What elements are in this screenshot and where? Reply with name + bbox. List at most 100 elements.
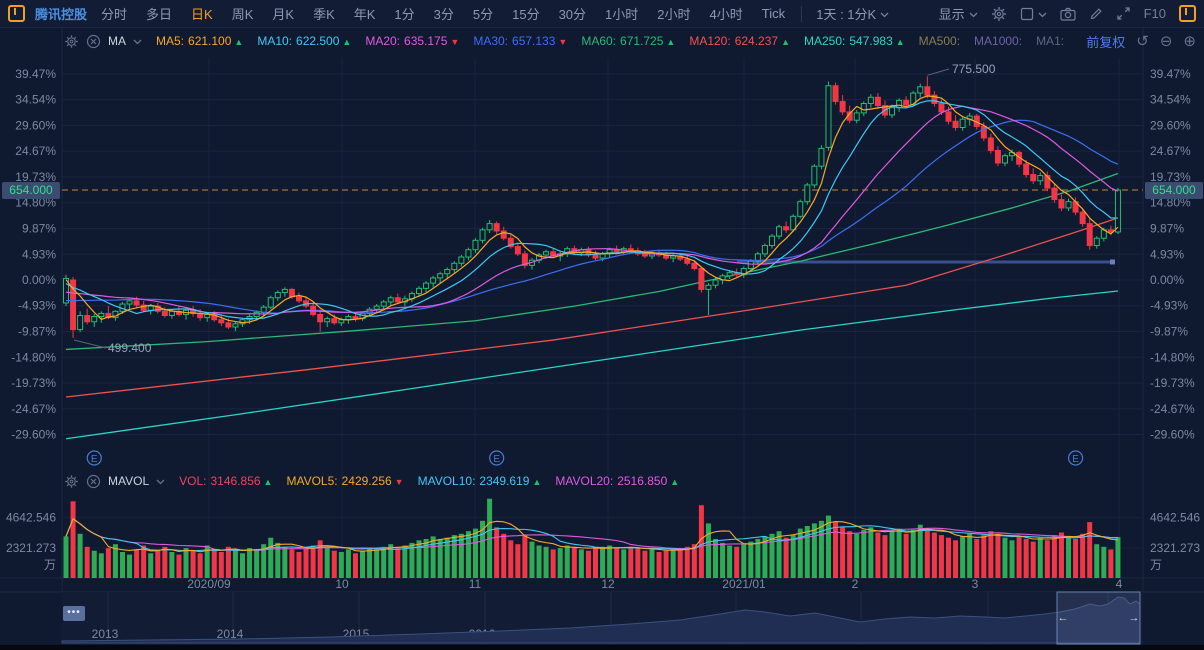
svg-text:E: E [493, 454, 500, 465]
indicator-value: 657.133 [512, 34, 555, 48]
ma-ma5-item[interactable]: MA5: 621.100▲ [156, 34, 243, 48]
indicator-label: MA60: [581, 34, 616, 48]
ma-ma500-item[interactable]: MA500: [919, 34, 960, 48]
chart-canvas[interactable]: 2020/09 10 11 12 2021/01 2 3 4 39.47% 39.47% 34.54… [0, 0, 1204, 650]
navigator-left-handle[interactable]: ← [1058, 612, 1069, 624]
price-axis-label-right: 0.00% [1150, 273, 1184, 287]
price-axis-label-right: 9.87% [1150, 221, 1184, 235]
indicator-label: MA1: [1036, 34, 1064, 48]
price-axis-label-right: -19.73% [1150, 376, 1195, 390]
indicator-label: MA10: [257, 34, 292, 48]
ma-ma20-item[interactable]: MA20:635.175▼ [365, 34, 459, 48]
up-arrow-icon: ▲ [234, 37, 243, 47]
indicator-value: 3146.856 [210, 474, 260, 488]
earnings-marker[interactable]: E [87, 451, 101, 465]
indicator-value: 635.175 [404, 34, 447, 48]
navigator-more-button[interactable]: ••• [63, 606, 85, 621]
restore-zoom-icon[interactable]: ↺ [1136, 34, 1149, 49]
price-axis-label-left: 9.87% [22, 221, 56, 235]
price-axis-label-left: -14.80% [11, 350, 56, 364]
earnings-marker[interactable]: E [490, 451, 504, 465]
price-axis-label-left: 34.54% [15, 93, 56, 107]
ma-indicator-name[interactable]: MA [108, 34, 126, 48]
chevron-down-icon[interactable] [133, 34, 142, 48]
volume-axis-label-left: 4642.546 [6, 511, 56, 525]
up-arrow-icon: ▲ [264, 477, 273, 487]
volume-axis-label-right: 2321.273 [1150, 541, 1200, 555]
vol-mavol20-item[interactable]: MAVOL20:2516.850▲ [555, 474, 679, 488]
indicator-value: 2516.850 [617, 474, 667, 488]
indicator-label: MA5: [156, 34, 184, 48]
current-price-tag-left: 654.000 [2, 182, 60, 199]
date-axis-label: 2020/09 [187, 577, 231, 591]
price-axis-label-right: -14.80% [1150, 350, 1195, 364]
vol-mavol10-item[interactable]: MAVOL10:2349.619▲ [418, 474, 542, 488]
price-axis-label-left: -4.93% [18, 299, 56, 313]
price-axis-label-right: -24.67% [1150, 402, 1195, 416]
volume-indicator-row: MAVOL VOL: 3146.856 ▲ MAVOL5:2429.256▼ MAVOL… [64, 472, 679, 490]
date-axis-label: 12 [601, 577, 615, 591]
date-axis-label: 2021/01 [722, 577, 766, 591]
indicator-value: 671.725 [620, 34, 663, 48]
forward-adjust-button[interactable]: 前复权 [1086, 32, 1125, 51]
stock-chart-app: 腾讯控股 分时多日日K周K月K季K年K1分3分5分15分30分1小时2小时4小时… [0, 0, 1204, 650]
indicator-value: 547.983 [849, 34, 892, 48]
current-price-tag-right: 654.000 [1145, 182, 1203, 199]
vol-mavol5-item[interactable]: MAVOL5:2429.256▼ [286, 474, 403, 488]
navigator-right-handle[interactable]: → [1129, 612, 1140, 624]
indicator-label: MA20: [365, 34, 400, 48]
ma-ma1-item[interactable]: MA1: [1036, 34, 1064, 48]
zoom-in-icon[interactable]: ⊕ [1183, 34, 1196, 49]
navigator-year-label: 2013 [92, 627, 119, 641]
price-axis-label-left: 39.47% [15, 67, 56, 81]
volume-unit-label: 万 [44, 558, 56, 572]
indicator-value: 621.100 [188, 34, 231, 48]
price-axis-label-right: 34.54% [1150, 93, 1191, 107]
earnings-marker[interactable]: E [1069, 451, 1083, 465]
mavol-indicator-name[interactable]: MAVOL [108, 474, 149, 488]
up-arrow-icon: ▲ [670, 477, 679, 487]
ma-ma30-item[interactable]: MA30: 657.133▼ [473, 34, 567, 48]
price-axis-label-left: -29.60% [11, 428, 56, 442]
ma-ma60-item[interactable]: MA60:671.725▲ [581, 34, 675, 48]
svg-text:E: E [1072, 454, 1079, 465]
indicator-value: 622.500 [296, 34, 339, 48]
price-axis-label-right: 39.47% [1150, 67, 1191, 81]
volume-axis-label-right: 4642.546 [1150, 511, 1200, 525]
bottom-strip [0, 645, 1204, 650]
indicator-label: VOL: [179, 474, 206, 488]
date-axis-label: 2 [852, 577, 859, 591]
price-axis-label-left: -9.87% [18, 325, 56, 339]
chart-right-controls: 前复权 ↺ ⊖ ⊕ [1086, 32, 1196, 50]
up-arrow-icon: ▲ [896, 37, 905, 47]
indicator-label: MA120: [689, 34, 730, 48]
date-axis-label: 3 [972, 577, 979, 591]
price-axis-label-left: 24.67% [15, 144, 56, 158]
mavol-values: VOL: 3146.856 ▲ MAVOL5:2429.256▼ MAVOL10:234… [165, 474, 679, 488]
indicator-label: MA1000: [974, 34, 1022, 48]
price-axis-label-right: -4.93% [1150, 299, 1188, 313]
ma-close-icon[interactable] [86, 34, 101, 49]
vol-vol-item[interactable]: VOL: 3146.856 ▲ [179, 474, 272, 488]
mavol-settings-gear-icon[interactable] [64, 474, 79, 489]
ma-ma120-item[interactable]: MA120: 624.237▲ [689, 34, 790, 48]
ma-ma10-item[interactable]: MA10:622.500▲ [257, 34, 351, 48]
chevron-down-icon[interactable] [156, 474, 165, 488]
zoom-out-icon[interactable]: ⊖ [1160, 34, 1173, 49]
date-axis-label: 11 [469, 577, 482, 591]
price-axis-label-right: -29.60% [1150, 428, 1195, 442]
ma-settings-gear-icon[interactable] [64, 34, 79, 49]
indicator-label: MA30: [473, 34, 508, 48]
ma-ma1000-item[interactable]: MA1000: [974, 34, 1022, 48]
down-arrow-icon: ▼ [558, 37, 567, 47]
ma-ma250-item[interactable]: MA250:547.983▲ [804, 34, 905, 48]
mavol-close-icon[interactable] [86, 474, 101, 489]
indicator-value: 624.237 [735, 34, 778, 48]
price-axis-label-left: 0.00% [22, 273, 56, 287]
ma-values: MA5:621.100▲MA10:622.500▲MA20:635.175▼MA… [142, 34, 1064, 48]
indicator-value: 2429.256 [342, 474, 392, 488]
up-arrow-icon: ▲ [781, 37, 790, 47]
date-axis-label: 4 [1116, 577, 1123, 591]
date-axis-label: 10 [335, 577, 349, 591]
price-axis-label-left: 29.60% [15, 118, 56, 132]
